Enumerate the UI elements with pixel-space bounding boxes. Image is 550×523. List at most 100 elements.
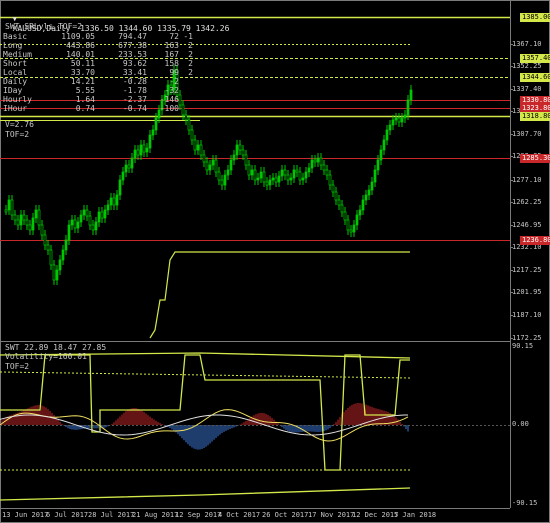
- price-tick: 1307.70: [512, 130, 542, 138]
- levels-cell: 233.53: [118, 50, 147, 59]
- levels-row: Long 443.86 677.38 163 2: [3, 41, 197, 50]
- candle-body: [91, 224, 95, 231]
- levels-row: Basic 1109.05 794.47 72 -1: [3, 32, 197, 41]
- levels-row: Short 50.11 93.62 158 2: [3, 59, 197, 68]
- candle-body: [250, 169, 254, 176]
- candle-body: [271, 177, 275, 181]
- candle-body: [364, 194, 368, 201]
- levels-cell: 0.74: [75, 104, 95, 113]
- candle-body: [373, 169, 377, 183]
- candle-body: [379, 149, 383, 161]
- candle-body: [214, 159, 218, 173]
- candle-body: [67, 224, 71, 241]
- levels-cell: 2: [188, 50, 193, 59]
- levels-cell: -1.78: [122, 86, 147, 95]
- candle-body: [349, 229, 353, 233]
- levels-cell: IDay: [3, 86, 23, 95]
- candle-body: [301, 177, 305, 181]
- candle-body: [331, 184, 335, 193]
- candle-body: [388, 124, 392, 131]
- levels-cell: Hourly: [3, 95, 32, 104]
- candle-body: [328, 174, 332, 186]
- candle-body: [295, 169, 299, 173]
- levels-cell: 158: [164, 59, 179, 68]
- time-tick: 4 Oct 2017: [218, 511, 261, 519]
- price-tick: 1262.25: [512, 198, 542, 206]
- levels-cell: Local: [3, 68, 28, 77]
- levels-row: IDay 5.55 -1.78 -32: [3, 86, 197, 95]
- levels-cell: 443.86: [66, 41, 95, 50]
- candle-body: [241, 149, 245, 156]
- levels-cell: 2: [188, 59, 193, 68]
- time-tick: 28 Jul 2017: [88, 511, 135, 519]
- price-tag: 1357.40: [520, 54, 550, 63]
- candle-body: [19, 214, 23, 226]
- candle-body: [403, 114, 407, 119]
- levels-cell: 163: [164, 41, 179, 50]
- candle-body: [154, 117, 158, 131]
- candle-body: [127, 164, 131, 169]
- levels-cell: 99: [169, 68, 179, 77]
- candle-body: [232, 154, 236, 161]
- levels-cell: -2.37: [122, 95, 147, 104]
- candle-body: [79, 214, 83, 223]
- candle-body: [190, 129, 194, 141]
- candle-body: [298, 171, 302, 181]
- candle-body: [97, 211, 101, 223]
- candle-body: [58, 259, 62, 271]
- price-tag: 1236.80: [520, 236, 550, 245]
- candle-body: [262, 171, 266, 183]
- candle-body: [229, 159, 233, 171]
- levels-cell: -1: [183, 32, 193, 41]
- candle-body: [106, 204, 110, 211]
- levels-cell: Short: [3, 59, 28, 68]
- levels-row: Medium 140.01 233.53 167 2: [3, 50, 197, 59]
- time-tick: 5 Jan 2018: [394, 511, 437, 519]
- candle-body: [148, 134, 152, 149]
- levels-cell: -0.28: [122, 77, 147, 86]
- candle-body: [184, 114, 188, 121]
- candle-body: [187, 119, 191, 131]
- candle-body: [256, 177, 260, 181]
- candle-body: [307, 167, 311, 173]
- sub-axis-tick: 90.15: [512, 342, 534, 350]
- price-tick: 1187.10: [512, 311, 542, 319]
- candle-body: [310, 159, 314, 169]
- time-tick: 12 Sep 2017: [175, 511, 222, 519]
- candle-body: [55, 269, 59, 281]
- candle-body: [238, 144, 242, 151]
- candle-body: [34, 209, 38, 219]
- candle-body: [82, 209, 86, 216]
- price-tick: 1352.25: [512, 62, 542, 70]
- levels-table: Basic 1109.05 794.47 72 -1 Long 443.86 677.38 16…: [3, 32, 197, 113]
- candle-body: [220, 179, 224, 186]
- candle-body: [151, 129, 155, 136]
- levels-cell: [183, 104, 197, 113]
- candle-body: [322, 164, 326, 171]
- price-tick: 1246.95: [512, 221, 542, 229]
- candle-body: [289, 177, 293, 181]
- candle-body: [85, 209, 89, 217]
- levels-cell: [183, 86, 197, 95]
- candle-body: [394, 117, 398, 121]
- candle-body: [70, 219, 74, 226]
- time-tick: 13 Jun 2017: [2, 511, 49, 519]
- levels-cell: [183, 95, 197, 104]
- levels-cell: 2: [188, 41, 193, 50]
- levels-row: Local 33.70 33.41 99 2: [3, 68, 197, 77]
- levels-cell: 140.01: [66, 50, 95, 59]
- levels-cell: -100: [159, 104, 179, 113]
- levels-cell: Basic: [3, 32, 28, 41]
- levels-cell: 167: [164, 50, 179, 59]
- time-tick: 21 Aug 2017: [132, 511, 179, 519]
- candle-body: [7, 199, 11, 211]
- levels-cell: -2: [169, 77, 179, 86]
- candle-body: [121, 171, 125, 181]
- price-tag: 1318.80: [520, 112, 550, 121]
- candle-body: [76, 221, 80, 229]
- envelope-lower: [0, 487, 411, 501]
- candle-body: [247, 164, 251, 176]
- candle-body: [391, 119, 395, 126]
- candle-body: [355, 214, 359, 226]
- candle-body: [112, 197, 116, 206]
